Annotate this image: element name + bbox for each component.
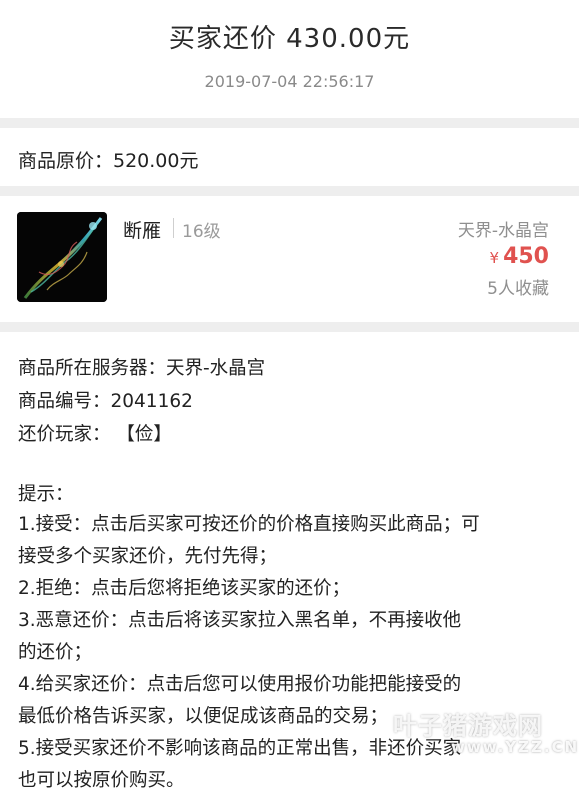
- favorites-count: 5人收藏: [487, 279, 549, 299]
- tips-title: 提示：: [18, 484, 74, 505]
- original-price-text: 商品原价：520.00元: [18, 150, 199, 172]
- code-line: 商品编号：2041162: [18, 391, 193, 412]
- timestamp: 2019-07-04 22:56:17: [204, 72, 375, 91]
- tip-line: 3.恶意还价：点击后将该买家拉入黑名单，不再接收他: [18, 610, 462, 631]
- tip-line: 1.接受：点击后买家可按还价的价格直接购买此商品；可: [18, 514, 480, 535]
- tip-line: 2.拒绝：点击后您将拒绝该买家的还价；: [18, 578, 351, 599]
- server-line: 商品所在服务器：天界-水晶宫: [18, 358, 266, 379]
- page-title: 买家还价 430.00元: [168, 24, 411, 54]
- item-card[interactable]: 断雁 16级 天界-水晶宫 ¥450 5人收藏: [0, 196, 579, 322]
- currency-symbol: ¥: [489, 249, 500, 267]
- header: 买家还价 430.00元 2019-07-04 22:56:17: [0, 0, 579, 118]
- item-price-value: 450: [503, 244, 549, 269]
- tip-line: 的还价；: [18, 642, 93, 663]
- player-line: 还价玩家： 【俭】: [18, 424, 172, 445]
- tip-line: 最低价格告诉买家，以便促成该商品的交易；: [18, 706, 389, 727]
- item-level: 16级: [182, 222, 221, 242]
- item-name: 断雁: [123, 220, 162, 242]
- item-price: ¥450: [490, 244, 549, 269]
- original-price-row: 商品原价：520.00元: [0, 128, 579, 186]
- tip-line: 5.接受买家还价不影响该商品的正常出售，非还价买家: [18, 738, 462, 759]
- weapon-thumbnail-icon: [17, 212, 107, 302]
- tip-line: 4.给买家还价：点击后您可以使用报价功能把能接受的: [18, 674, 462, 695]
- info-panel: 商品所在服务器：天界-水晶宫 商品编号：2041162 还价玩家： 【俭】 提示…: [0, 332, 579, 795]
- tip-line: 接受多个买家还价，先付先得；: [18, 546, 278, 567]
- item-server: 天界-水晶宫: [457, 221, 549, 241]
- tip-line: 也可以按原价购买。: [18, 770, 185, 791]
- divider: [173, 218, 174, 238]
